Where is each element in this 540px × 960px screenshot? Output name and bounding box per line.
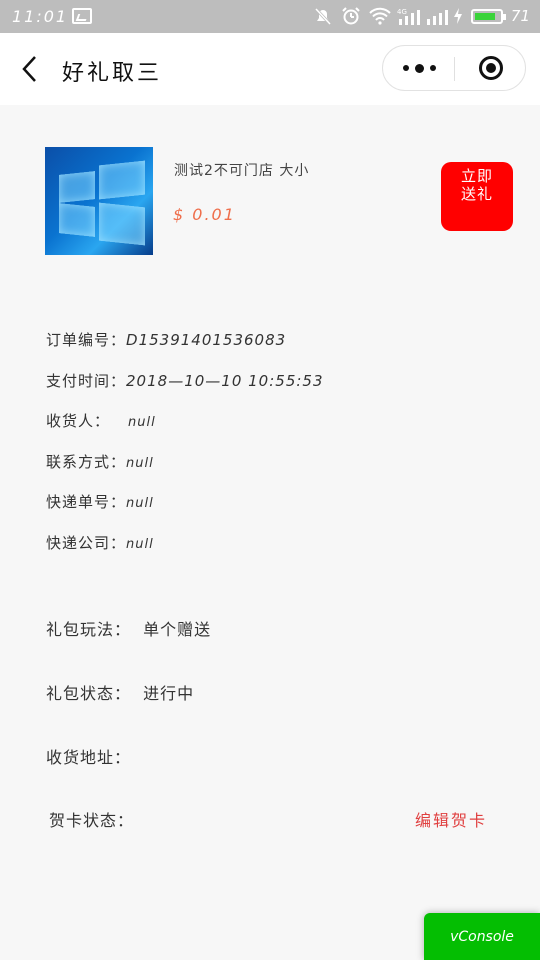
signal-icon — [425, 7, 448, 25]
pay-time-row: 支付时间：2018—10—10 10:55:53 — [46, 370, 324, 391]
tracking-row: 快递单号：null — [46, 491, 154, 512]
receiver-label: 收货人： — [46, 412, 111, 430]
contact-value: null — [126, 456, 154, 471]
charging-icon — [453, 7, 463, 25]
battery-icon — [470, 8, 506, 24]
status-icons: 4G 71 — [313, 5, 530, 27]
mute-bell-icon — [313, 7, 333, 25]
order-number-row: 订单编号：D15391401536083 — [46, 329, 286, 350]
image-notification-icon — [72, 8, 92, 24]
courier-label: 快递公司： — [46, 534, 127, 552]
send-gift-button[interactable]: 立即 送礼 — [441, 162, 513, 231]
gift-play-label: 礼包玩法： — [46, 620, 132, 639]
signal-4g-icon: 4G — [397, 7, 420, 25]
pay-time-value: 2018—10—10 10:55:53 — [126, 372, 324, 390]
tracking-value: null — [126, 496, 154, 511]
order-number-label: 订单编号： — [46, 331, 127, 349]
chevron-left-icon[interactable] — [18, 53, 44, 85]
page-title: 好礼取三 — [62, 61, 163, 86]
card-status-label: 贺卡状态： — [49, 811, 135, 830]
contact-row: 联系方式：null — [46, 451, 154, 472]
send-gift-label-line1: 立即 — [460, 167, 493, 185]
gift-play-value: 单个赠送 — [143, 620, 212, 639]
nav-bar: 好礼取三 — [0, 33, 540, 105]
battery-level: 71 — [510, 7, 530, 25]
send-gift-label-line2: 送礼 — [460, 185, 493, 203]
gift-status-row: 礼包状态： 进行中 — [46, 680, 194, 704]
courier-row: 快递公司：null — [46, 532, 154, 553]
courier-value: null — [126, 537, 154, 552]
target-icon[interactable] — [455, 46, 527, 90]
more-dots-icon[interactable] — [383, 46, 455, 90]
order-number-value: D15391401536083 — [126, 331, 287, 349]
gift-play-row: 礼包玩法： 单个赠送 — [46, 616, 211, 640]
receiver-row: 收货人： null — [46, 410, 156, 431]
status-time: 11:01 — [12, 7, 69, 26]
alarm-icon — [341, 7, 361, 25]
capsule-menu — [382, 45, 526, 91]
card-status-row: 贺卡状态： — [49, 807, 134, 831]
pay-time-label: 支付时间： — [46, 372, 127, 390]
product-price: $ 0.01 — [173, 205, 236, 224]
status-bar: 11:01 4G 71 — [0, 0, 540, 33]
tracking-label: 快递单号： — [46, 493, 127, 511]
receiver-value: null — [128, 415, 156, 430]
edit-card-link[interactable]: 编辑贺卡 — [415, 807, 487, 831]
wifi-icon — [369, 7, 391, 25]
svg-text:4G: 4G — [397, 8, 407, 16]
contact-label: 联系方式： — [46, 453, 127, 471]
address-label: 收货地址： — [46, 748, 132, 767]
gift-status-label: 礼包状态： — [46, 684, 132, 703]
product-thumbnail — [45, 147, 153, 255]
vconsole-button[interactable]: vConsole — [424, 913, 540, 960]
address-row: 收货地址： — [46, 744, 131, 768]
product-name: 测试2不可门店 大小 — [174, 163, 310, 179]
gift-status-value: 进行中 — [143, 684, 195, 703]
